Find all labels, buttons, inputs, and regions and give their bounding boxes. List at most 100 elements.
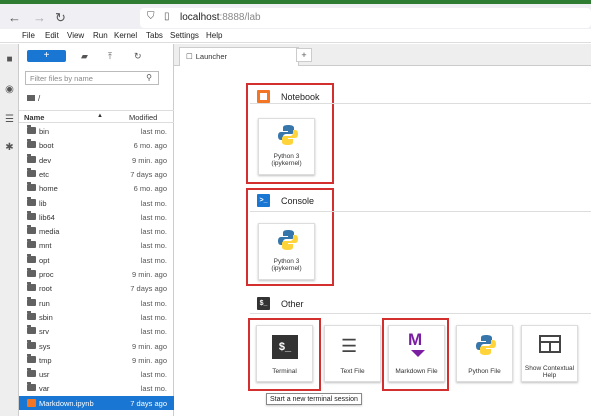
file-name: usr	[39, 370, 50, 380]
url-text[interactable]: localhost:8888/lab	[180, 12, 261, 23]
file-modified: last mo.	[140, 312, 167, 322]
column-modified[interactable]: Modified	[129, 113, 157, 122]
file-modified: last mo.	[140, 212, 167, 222]
upload-icon[interactable]: ⤒	[108, 51, 112, 62]
breadcrumb[interactable]: /	[27, 94, 40, 103]
file-modified: 7 days ago	[130, 284, 167, 294]
table-row[interactable]: Markdown.ipynb 7 days ago	[19, 395, 174, 410]
folder-icon	[27, 253, 36, 263]
table-row[interactable]: etc 7 days ago	[19, 167, 174, 181]
python-file-card[interactable]: Python File	[456, 325, 513, 382]
tab-bar: ☐ Launcher +	[174, 44, 591, 66]
folder-icon	[27, 153, 36, 163]
folder-icon	[27, 296, 36, 306]
table-row[interactable]: proc 9 min. ago	[19, 267, 174, 281]
file-modified: 9 min. ago	[131, 355, 167, 365]
table-row[interactable]: dev 9 min. ago	[19, 153, 174, 167]
left-sidebar-tabs: ■ ◉ ☰ ✱	[0, 44, 19, 416]
card-label: Text File	[340, 368, 365, 375]
menu-edit[interactable]: Edit	[45, 31, 59, 40]
column-name[interactable]: Name	[24, 113, 44, 122]
menu-tabs[interactable]: Tabs	[146, 31, 163, 40]
folder-icon	[27, 353, 36, 363]
folder-icon	[27, 339, 36, 349]
file-name: run	[39, 298, 50, 308]
menu-file[interactable]: File	[22, 31, 35, 40]
table-row[interactable]: usr last mo.	[19, 367, 174, 381]
file-modified: last mo.	[140, 227, 167, 237]
python-icon	[278, 125, 298, 145]
table-row[interactable]: home 6 mo. ago	[19, 181, 174, 195]
folder-icon[interactable]: ■	[4, 54, 15, 65]
refresh-icon[interactable]: ↻	[134, 51, 142, 62]
file-modified: last mo.	[140, 370, 167, 380]
table-row[interactable]: lib64 last mo.	[19, 210, 174, 224]
menu-settings[interactable]: Settings	[170, 31, 199, 40]
new-launcher-button[interactable]: +	[27, 50, 66, 62]
file-modified: last mo.	[140, 127, 167, 136]
table-row[interactable]: root 7 days ago	[19, 281, 174, 295]
folder-icon	[27, 167, 36, 177]
file-browser: + ▰ ⤒ ↻ Filter files by name ⚲ / Name ▲ …	[19, 44, 174, 416]
menu-kernel[interactable]: Kernel	[114, 31, 137, 40]
file-modified: 7 days ago	[130, 398, 167, 408]
file-name: srv	[39, 327, 49, 337]
folder-icon	[27, 210, 36, 220]
file-name: var	[39, 384, 50, 394]
table-row[interactable]: opt last mo.	[19, 253, 174, 267]
terminal-card[interactable]: $_ Terminal	[256, 325, 313, 382]
running-icon[interactable]: ◉	[4, 84, 15, 95]
table-row[interactable]: srv last mo.	[19, 324, 174, 338]
notebook-title: Notebook	[281, 92, 320, 102]
file-name: sys	[39, 341, 51, 351]
file-name: boot	[39, 141, 54, 151]
tab-launcher[interactable]: ☐ Launcher	[179, 47, 299, 66]
menu-help[interactable]: Help	[206, 31, 222, 40]
table-row[interactable]: bin last mo.	[19, 124, 174, 138]
table-row[interactable]: mnt last mo.	[19, 238, 174, 252]
table-row[interactable]: sys 9 min. ago	[19, 339, 174, 353]
file-modified: last mo.	[140, 384, 167, 394]
table-row[interactable]: lib last mo.	[19, 196, 174, 210]
back-icon[interactable]: ←	[8, 10, 21, 25]
python-icon	[476, 335, 496, 355]
reload-icon[interactable]: ↻	[55, 10, 66, 26]
folder-icon	[27, 95, 35, 101]
markdown-file-card[interactable]: M Markdown File	[388, 325, 445, 382]
menu-view[interactable]: View	[67, 31, 84, 40]
table-row[interactable]: var last mo.	[19, 381, 174, 395]
table-row[interactable]: boot 6 mo. ago	[19, 138, 174, 152]
console-python3-card[interactable]: Python 3 (ipykernel)	[258, 223, 315, 280]
file-name: home	[39, 184, 58, 194]
card-label: Python 3 (ipykernel)	[271, 258, 302, 272]
toc-icon[interactable]: ☰	[4, 114, 15, 125]
folder-icon	[27, 196, 36, 206]
launcher-icon: ☐	[186, 52, 193, 61]
file-name: opt	[39, 255, 50, 265]
extension-icon[interactable]: ✱	[4, 142, 15, 153]
forward-icon[interactable]: →	[33, 10, 46, 25]
divider	[250, 103, 591, 104]
file-name: sbin	[39, 312, 53, 322]
folder-icon	[27, 368, 36, 378]
table-row[interactable]: sbin last mo.	[19, 310, 174, 324]
folder-icon	[27, 268, 36, 277]
notebook-python3-card[interactable]: Python 3 (ipykernel)	[258, 118, 315, 175]
file-modified: 9 min. ago	[131, 341, 167, 351]
filter-input[interactable]: Filter files by name ⚲	[25, 71, 159, 85]
card-label: Python File	[468, 368, 501, 375]
file-modified: last mo.	[140, 241, 167, 251]
table-row[interactable]: run last mo.	[19, 296, 174, 310]
file-list-header: Name ▲ Modified	[19, 110, 174, 123]
text-file-card[interactable]: ☰ Text File	[324, 325, 381, 382]
file-name: lib64	[39, 212, 55, 222]
folder-icon	[27, 125, 36, 134]
table-row[interactable]: tmp 9 min. ago	[19, 353, 174, 367]
table-row[interactable]: media last mo.	[19, 224, 174, 238]
menu-run[interactable]: Run	[93, 31, 108, 40]
add-tab-button[interactable]: +	[296, 48, 312, 62]
file-name: Markdown.ipynb	[39, 398, 94, 408]
new-folder-icon[interactable]: ▰	[81, 51, 88, 62]
contextual-help-card[interactable]: Show Contextual Help	[521, 325, 578, 382]
folder-icon	[27, 382, 36, 392]
